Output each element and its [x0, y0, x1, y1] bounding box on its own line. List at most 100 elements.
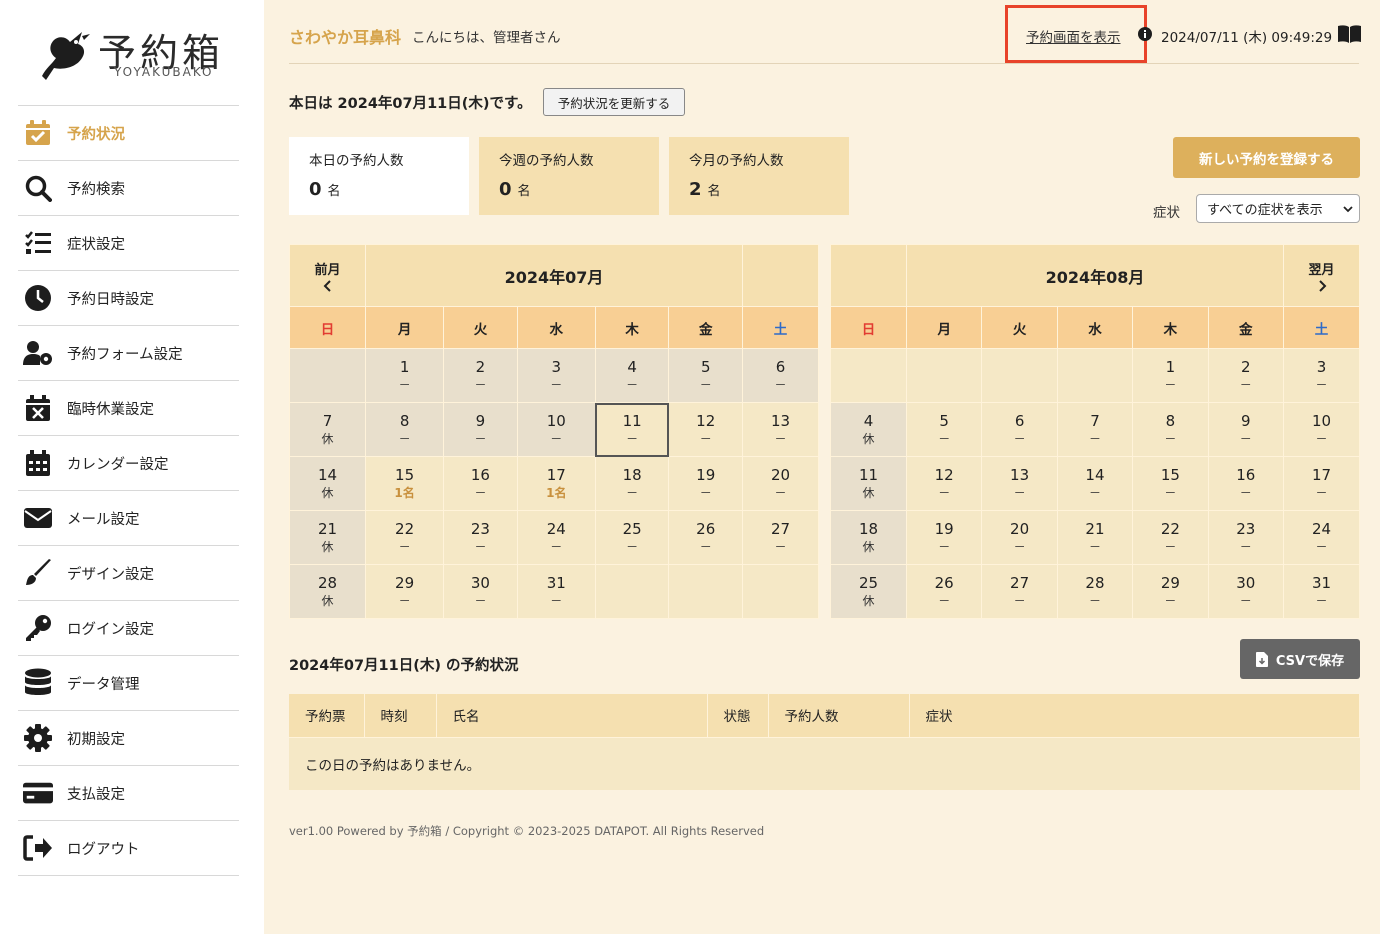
sidebar-item-datetime-settings[interactable]: 予約日時設定 — [18, 271, 239, 326]
calendar-day-cell[interactable]: 15 － — [1132, 456, 1209, 511]
weekday-label: 月 — [905, 306, 983, 349]
calendar-day-cell[interactable]: 30 － — [1207, 564, 1285, 619]
sidebar-item-login-settings[interactable]: ログイン設定 — [18, 601, 239, 656]
calendar-day-cell[interactable]: 2 － — [443, 348, 518, 403]
calendar-day-cell[interactable]: 21 － — [1056, 510, 1134, 565]
calendar-day-cell[interactable]: 5 － — [905, 402, 983, 457]
calendar-day-cell[interactable]: 23 － — [443, 510, 518, 565]
calendar-day-cell[interactable]: 9 － — [443, 402, 518, 457]
calendar-day-cell[interactable]: 4 － — [594, 348, 670, 403]
calendar-day-cell[interactable]: 31 － — [516, 564, 596, 619]
calendar-day-cell[interactable]: 8 － — [364, 402, 445, 457]
calendar-day-cell[interactable]: 23 － — [1207, 510, 1285, 565]
sidebar-item-symptom-settings[interactable]: 症状設定 — [18, 216, 239, 271]
view-booking-page-link[interactable]: 予約画面を表示 — [1026, 26, 1121, 46]
day-status: － — [1239, 485, 1252, 500]
count-number: 0 — [309, 179, 322, 200]
calendar-day-cell[interactable]: 19 － — [905, 510, 983, 565]
calendar-day-cell[interactable]: 1 － — [1132, 348, 1209, 403]
calendar-day-cell[interactable]: 26 － — [905, 564, 983, 619]
calendar-day-cell[interactable]: 22 － — [364, 510, 445, 565]
calendar-day-cell[interactable]: 10 － — [516, 402, 596, 457]
book-icon[interactable] — [1338, 25, 1361, 43]
calendar-day-cell[interactable]: 24 － — [1283, 510, 1360, 565]
day-status: － — [938, 485, 951, 500]
calendar-day-cell[interactable]: 25 休 — [830, 564, 907, 619]
next-month-button[interactable]: 翌月 — [1283, 244, 1360, 307]
symptom-filter-select[interactable]: すべての症状を表示 — [1196, 194, 1360, 223]
day-number: 3 — [551, 357, 562, 376]
calendar-day-cell[interactable]: 7休 — [289, 402, 366, 457]
calendar-day-cell[interactable]: 7 － — [1056, 402, 1134, 457]
sidebar-item-calendar-settings[interactable]: カレンダー設定 — [18, 436, 239, 491]
prev-month-button[interactable]: 前月 — [289, 244, 366, 307]
calendar-day-cell[interactable]: 10 － — [1283, 402, 1360, 457]
calendar-day-cell[interactable]: 20 － — [742, 456, 819, 511]
calendar-day-cell[interactable]: 9 － — [1207, 402, 1285, 457]
sidebar-item-form-settings[interactable]: 予約フォーム設定 — [18, 326, 239, 381]
calendar-day-cell[interactable]: 14 休 — [289, 456, 366, 511]
day-number: 22 — [1160, 519, 1180, 538]
day-status: － — [626, 431, 639, 446]
calendar-day-cell[interactable]: 6 － — [742, 348, 819, 403]
sidebar-item-payment-settings[interactable]: 支払設定 — [18, 766, 239, 821]
sidebar-item-logout[interactable]: ログアウト — [18, 821, 239, 876]
sidebar-item-reservation-search[interactable]: 予約検索 — [18, 161, 239, 216]
symptom-selected-value: すべての症状を表示 — [1207, 203, 1323, 218]
calendar-day-cell[interactable]: 29 － — [364, 564, 445, 619]
calendar-day-cell[interactable]: 18 － — [594, 456, 670, 511]
calendar-day-cell[interactable]: 13 － — [981, 456, 1058, 511]
sidebar-item-temporary-closure[interactable]: 臨時休業設定 — [18, 381, 239, 436]
sidebar-item-initial-settings[interactable]: 初期設定 — [18, 711, 239, 766]
day-number: 20 — [770, 465, 791, 484]
day-status: － — [1164, 485, 1177, 500]
calendar-day-cell[interactable]: 27 － — [981, 564, 1058, 619]
sidebar-item-mail-settings[interactable]: メール設定 — [18, 491, 239, 546]
calendar-day-cell[interactable]: 26 － — [668, 510, 743, 565]
calendar-day-cell[interactable]: 5 － — [668, 348, 743, 403]
calendar-day-cell[interactable]: 2 － — [1207, 348, 1285, 403]
calendar-day-cell[interactable]: 28 － — [1056, 564, 1134, 619]
calendar-day-cell[interactable]: 15 1名 — [364, 456, 445, 511]
calendar-day-cell[interactable]: 20 － — [981, 510, 1058, 565]
calendar-day-cell[interactable]: 12 － — [668, 402, 743, 457]
calendar-day-cell[interactable]: 14 － — [1056, 456, 1134, 511]
calendar-day-cell[interactable]: 4休 — [830, 402, 907, 457]
empty-message: この日の予約はありません。 — [289, 736, 1360, 790]
sidebar-item-design-settings[interactable]: デザイン設定 — [18, 546, 239, 601]
calendar-nav-empty — [830, 244, 907, 307]
info-icon[interactable] — [1138, 27, 1152, 41]
count-value: 0名 — [309, 179, 449, 200]
new-booking-button[interactable]: 新しい予約を登録する — [1173, 137, 1360, 178]
calendar-day-cell[interactable]: 18 休 — [830, 510, 907, 565]
sidebar-item-data-management[interactable]: データ管理 — [18, 656, 239, 711]
calendar-day-cell[interactable]: 31 － — [1283, 564, 1360, 619]
calendar-day-cell[interactable]: 19 － — [668, 456, 743, 511]
calendar-day-cell[interactable]: 13 － — [742, 402, 819, 457]
calendar-day-cell[interactable]: 12 － — [905, 456, 983, 511]
calendar-day-cell[interactable]: 25 － — [594, 510, 670, 565]
calendar-day-cell[interactable]: 1 － — [364, 348, 445, 403]
calendar-grid-icon — [23, 448, 53, 478]
calendar-day-cell[interactable]: 24 － — [516, 510, 596, 565]
calendar-day-cell[interactable]: 16 － — [1207, 456, 1285, 511]
calendar-day-cell[interactable]: 8 － — [1132, 402, 1209, 457]
calendar-day-cell[interactable]: 21 休 — [289, 510, 366, 565]
calendar-day-cell[interactable]: 17 － — [1283, 456, 1360, 511]
calendar-day-cell[interactable]: 29 － — [1132, 564, 1209, 619]
calendar-day-cell[interactable]: 3 － — [516, 348, 596, 403]
calendar-day-cell[interactable]: 17 1名 — [516, 456, 596, 511]
refresh-status-button[interactable]: 予約状況を更新する — [543, 88, 685, 116]
calendar-day-cell[interactable]: 22 － — [1132, 510, 1209, 565]
calendar-day-cell[interactable]: 6 － — [981, 402, 1058, 457]
calendar-day-cell[interactable]: 28 休 — [289, 564, 366, 619]
calendar-day-cell[interactable]: 11 休 — [830, 456, 907, 511]
calendar-day-cell[interactable]: 3 － — [1283, 348, 1360, 403]
csv-save-button[interactable]: CSVで保存 — [1240, 639, 1360, 679]
sidebar-item-reservation-status[interactable]: 予約状況 — [18, 106, 239, 161]
logo[interactable]: 予約箱 YOYAKUBAKO — [36, 22, 226, 84]
calendar-day-cell[interactable]: 11 － — [594, 402, 670, 457]
calendar-day-cell[interactable]: 30 － — [443, 564, 518, 619]
calendar-day-cell[interactable]: 16 － — [443, 456, 518, 511]
calendar-day-cell[interactable]: 27 － — [742, 510, 819, 565]
